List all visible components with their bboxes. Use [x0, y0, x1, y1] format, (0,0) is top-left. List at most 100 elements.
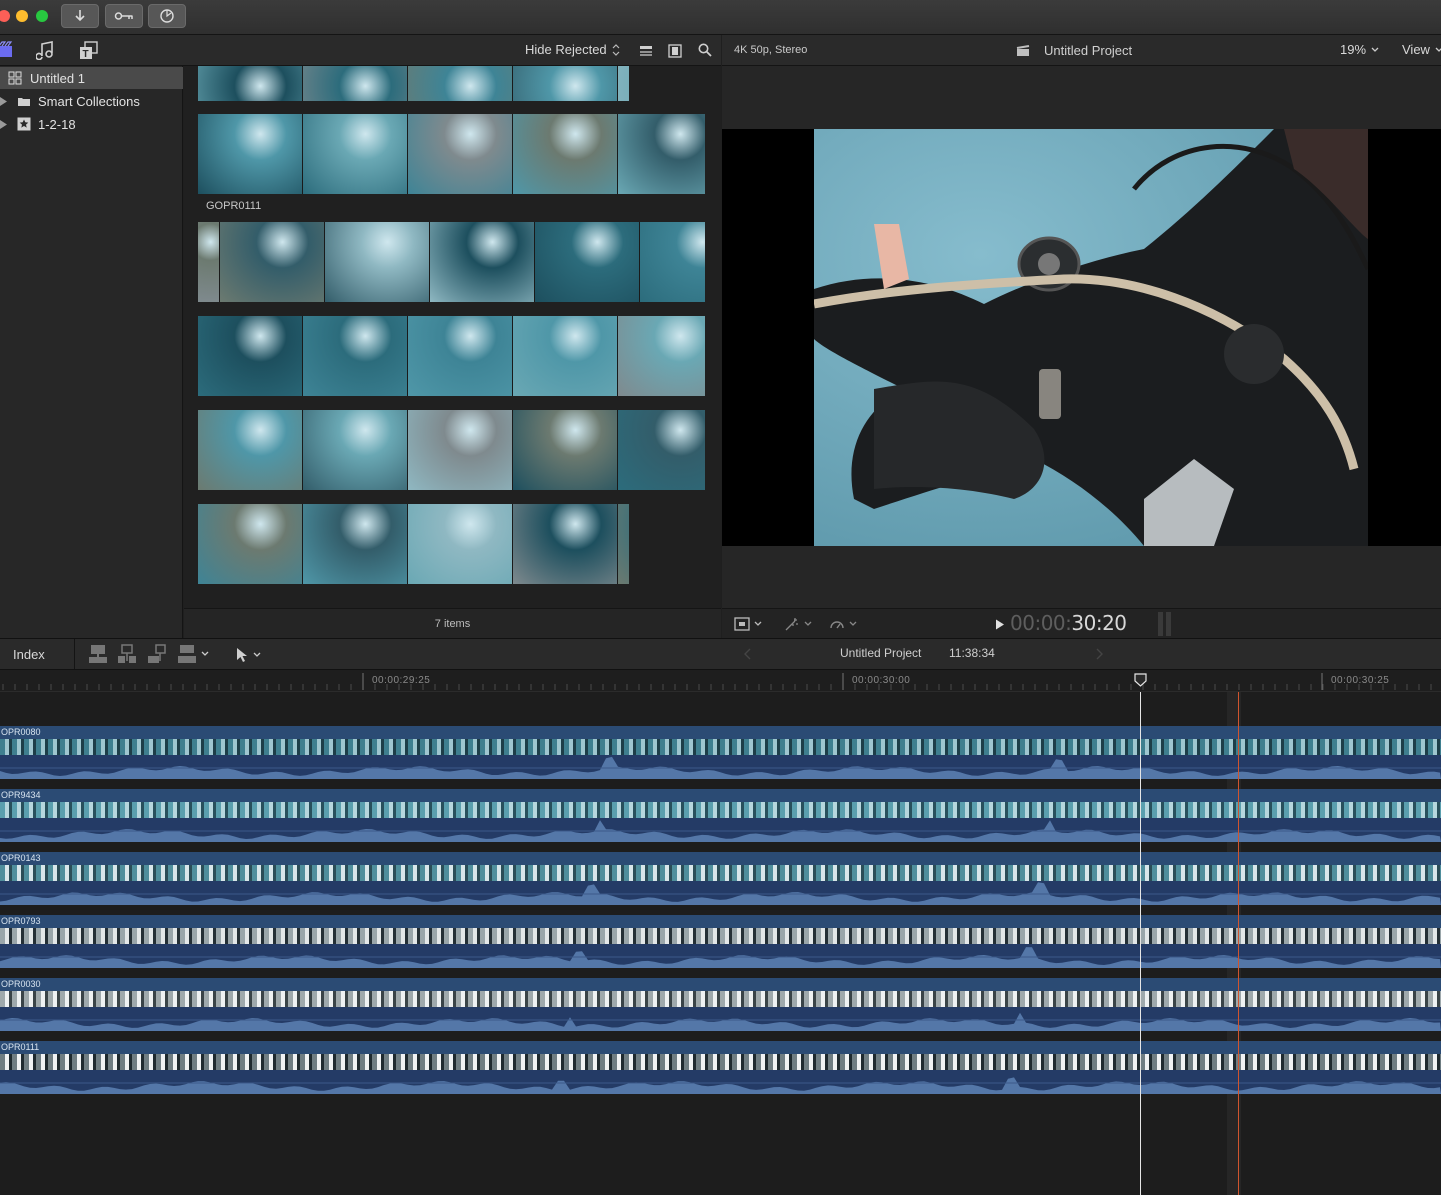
chevron-left-icon[interactable]	[744, 648, 752, 660]
clip-filmstrip	[0, 991, 1441, 1007]
transform-popup[interactable]	[734, 617, 762, 631]
folder-icon	[18, 97, 30, 106]
photos-audio-icon[interactable]	[36, 41, 56, 60]
project-format: 4K 50p, Stereo	[734, 44, 808, 56]
clip-thumbnail	[198, 66, 303, 101]
titles-generators-icon[interactable]: T	[79, 41, 99, 60]
chevron-right-icon[interactable]	[1095, 648, 1103, 660]
clip-thumbnail	[198, 316, 303, 396]
overwrite-popup[interactable]	[178, 644, 209, 664]
viewer-video-frame	[814, 129, 1368, 546]
magic-wand-icon	[785, 618, 798, 631]
waveform-shape	[0, 1012, 1441, 1031]
retime-popup[interactable]	[829, 617, 857, 631]
timeline-clip[interactable]: OPR9434	[0, 789, 1441, 845]
timeline-duration: 11:38:34	[949, 646, 995, 660]
import-button[interactable]	[61, 4, 99, 28]
viewer	[722, 66, 1441, 608]
playhead-line[interactable]	[1140, 692, 1141, 1195]
minimize-window-button[interactable]	[16, 10, 28, 22]
search-icon[interactable]	[698, 43, 712, 57]
timeline-clip[interactable]: OPR0143	[0, 852, 1441, 908]
clip-filmstrip[interactable]	[198, 316, 705, 396]
waveform-shape	[0, 947, 1441, 968]
timeline-clip[interactable]: OPR0030	[0, 978, 1441, 1034]
ruler-ticks	[2, 673, 1432, 690]
clip-filmstrip	[0, 865, 1441, 881]
chevron-down-icon	[201, 651, 209, 656]
chevron-down-icon	[1435, 47, 1441, 52]
ruler-timecode: 00:00:30:25	[1331, 675, 1390, 686]
audio-meter	[1166, 612, 1171, 636]
chevron-down-icon	[1371, 47, 1379, 52]
timeline-toolbar: Index Untitled Project 11:38:34	[0, 638, 1441, 670]
clip-filmstrip[interactable]	[198, 222, 705, 302]
clip-thumbnail	[198, 504, 303, 584]
clip-thumbnail	[513, 316, 618, 396]
filmstrip-view-icon[interactable]	[668, 44, 682, 58]
waveform-shape	[0, 1077, 1441, 1094]
clip-thumbnail	[408, 410, 513, 490]
clip-thumbnail	[640, 222, 705, 302]
speedometer-icon	[830, 621, 844, 629]
clip-thumbnail	[303, 66, 408, 101]
clip-thumbnail	[408, 66, 513, 101]
clapper-icon	[1016, 45, 1030, 56]
timeline-clip[interactable]: OPR0080	[0, 726, 1441, 782]
timeline-ruler[interactable]: 00:00:29:25 00:00:30:00 00:00:30:25	[0, 670, 1441, 692]
clip-thumbnail	[430, 222, 535, 302]
playhead-handle-icon[interactable]	[1134, 673, 1147, 687]
play-icon[interactable]	[995, 619, 1005, 630]
libraries-sidebar: Untitled 1 Smart Collections 1-2-18	[0, 66, 183, 638]
sidebar-item-library[interactable]: Untitled 1	[0, 67, 183, 89]
keywords-button[interactable]	[105, 4, 143, 28]
chevron-down-icon	[253, 652, 261, 657]
clip-filmstrip	[0, 1054, 1441, 1070]
overwrite-clip-icon	[178, 645, 196, 663]
enhancements-popup[interactable]	[784, 617, 812, 631]
zoom-window-button[interactable]	[36, 10, 48, 22]
clip-filmstrip	[0, 802, 1441, 818]
insert-clip-icon[interactable]	[118, 644, 136, 664]
event-star-icon	[17, 117, 31, 131]
clip-name: OPR0143	[0, 852, 1441, 865]
timecode-display[interactable]: 00:00:30:20	[1010, 611, 1127, 635]
disclosure-triangle-icon[interactable]	[0, 96, 7, 106]
zoom-level: 19%	[1340, 42, 1367, 57]
connect-clip-icon[interactable]	[89, 644, 107, 664]
clip-thumbnail	[408, 316, 513, 396]
view-popup[interactable]: View	[1402, 42, 1441, 57]
libraries-icon[interactable]	[0, 41, 14, 59]
clip-audio-waveform	[0, 881, 1441, 905]
skimmer-line	[1238, 692, 1239, 1195]
clip-filter-popup[interactable]: Hide Rejected	[525, 42, 620, 57]
audio-meter	[1158, 612, 1163, 636]
zoom-popup[interactable]: 19%	[1340, 42, 1379, 57]
clip-filmstrip[interactable]	[198, 504, 629, 584]
clip-thumbnail	[303, 504, 408, 584]
background-tasks-button[interactable]	[148, 4, 186, 28]
transform-icon	[734, 617, 750, 631]
arrow-pointer-icon	[237, 648, 247, 662]
timecode-dim: 00:00:	[1010, 611, 1072, 635]
index-button[interactable]: Index	[0, 639, 75, 669]
clip-filmstrip[interactable]	[198, 66, 629, 101]
list-view-icon[interactable]	[639, 45, 653, 57]
sidebar-item-event[interactable]: 1-2-18	[0, 113, 183, 135]
close-window-button[interactable]	[0, 10, 10, 22]
waveform-shape	[0, 820, 1441, 842]
timeline-clip[interactable]: OPR0793	[0, 915, 1441, 971]
sidebar-item-smart-collections[interactable]: Smart Collections	[0, 90, 183, 112]
title-bar	[0, 0, 1441, 35]
clip-filmstrip[interactable]	[198, 114, 705, 194]
disclosure-triangle-icon[interactable]	[0, 119, 7, 129]
browser-toolbar: Hide Rejected	[183, 35, 721, 66]
clip-filmstrip[interactable]	[198, 410, 705, 490]
diver-frame-image	[814, 129, 1368, 546]
clip-audio-waveform	[0, 1070, 1441, 1094]
tool-select-popup[interactable]	[236, 647, 261, 663]
append-clip-icon[interactable]	[148, 644, 166, 664]
chevron-down-icon	[754, 621, 762, 626]
clip-thumbnail	[618, 66, 629, 101]
timeline-clip[interactable]: OPR0111	[0, 1041, 1441, 1097]
